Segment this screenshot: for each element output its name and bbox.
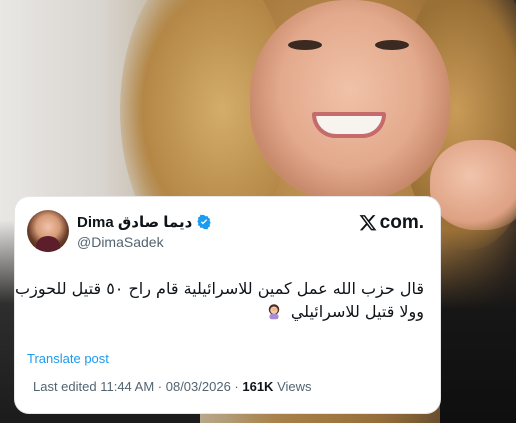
tweet-text-line: قال حزب الله عمل كمين للاسرائيلية قام را… (15, 279, 424, 298)
verified-badge-icon (197, 214, 211, 230)
dark-clothing (440, 230, 516, 423)
user-handle[interactable]: @DimaSadek (77, 234, 164, 250)
tweet-card: Dima ديما صادق @DimaSadek com. قال حزب ا… (15, 197, 440, 413)
views-count: 161K (242, 379, 274, 394)
tweet-text-line-2: وولا قتيل للاسرائيلي (31, 300, 424, 323)
edited-timestamp[interactable]: Last edited 11:44 AM · 08/03/2026 · (33, 379, 239, 394)
tweet-text-line: وولا قتيل للاسرائيلي (290, 302, 424, 321)
hand (430, 140, 516, 230)
woman-facepalming-emoji (268, 304, 279, 320)
translate-post-link[interactable]: Translate post (27, 351, 109, 366)
views-label: Views (277, 379, 312, 394)
display-name[interactable]: Dima ديما صادق (77, 213, 192, 231)
author-name-row[interactable]: Dima ديما صادق (77, 212, 212, 232)
avatar[interactable] (27, 210, 69, 252)
x-logo-icon (359, 215, 377, 231)
x-com-watermark: com. (358, 212, 424, 234)
post-metadata: Last edited 11:44 AM · 08/03/2026 · 161K… (33, 379, 312, 394)
tweet-text: قال حزب الله عمل كمين للاسرائيلية قام را… (15, 277, 424, 323)
eye (288, 40, 322, 50)
smile (312, 112, 386, 138)
face (250, 0, 450, 200)
source-label: com. (379, 212, 424, 233)
eye (375, 40, 409, 50)
